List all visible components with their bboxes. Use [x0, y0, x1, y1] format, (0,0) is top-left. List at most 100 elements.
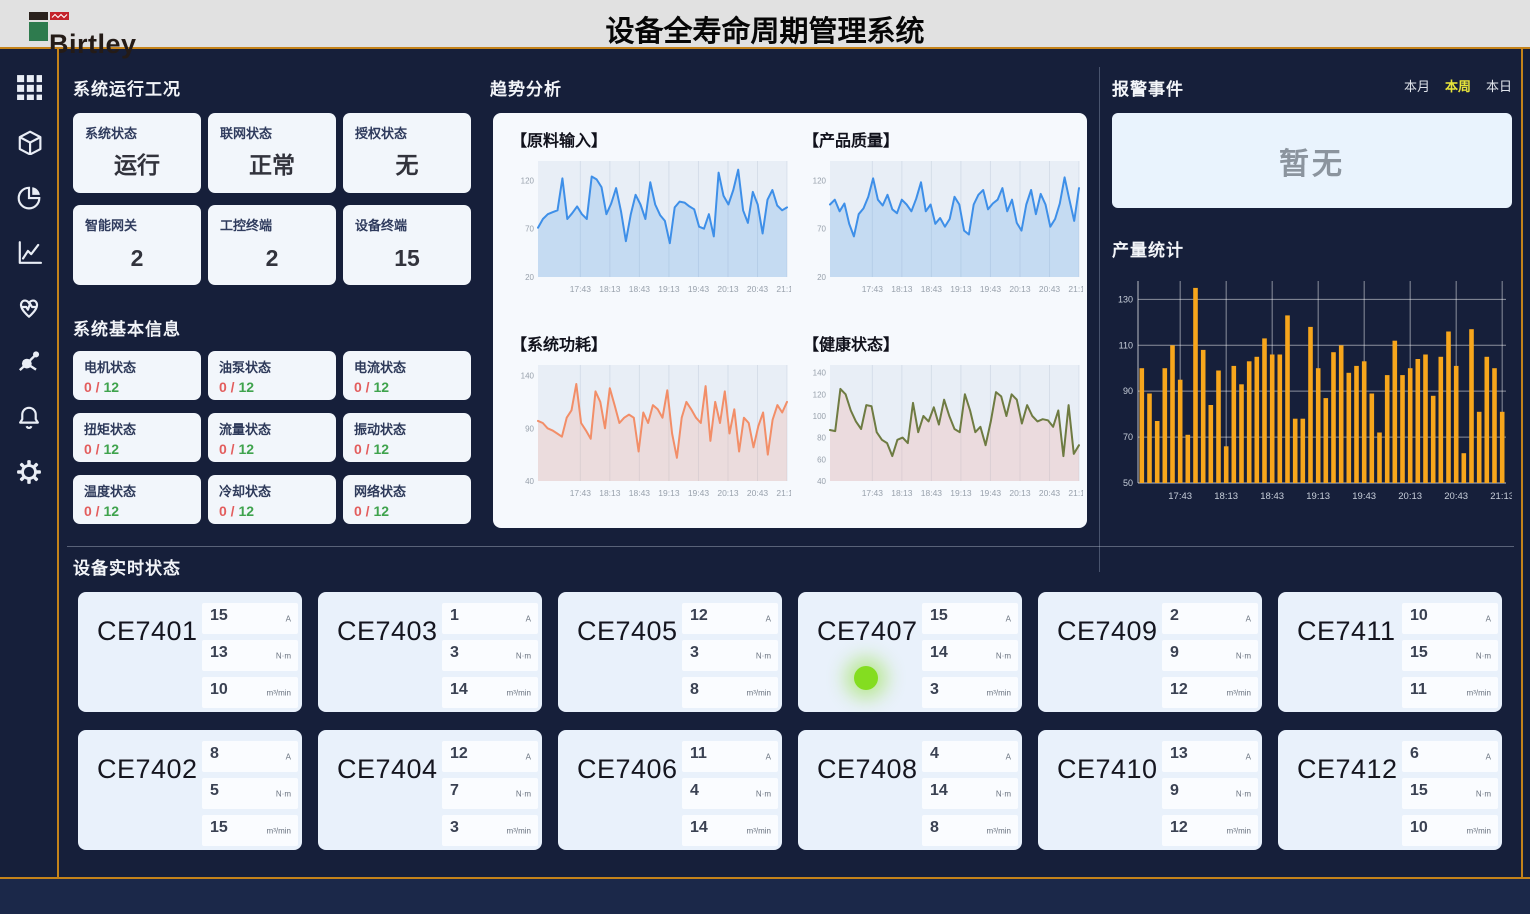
molecule-icon[interactable]: [15, 348, 42, 375]
svg-text:18:43: 18:43: [629, 488, 651, 498]
svg-text:130: 130: [1118, 294, 1133, 304]
svg-text:21:13: 21:13: [1068, 488, 1083, 498]
device-meter: 4A: [922, 741, 1018, 772]
line-chart-icon[interactable]: [15, 238, 42, 265]
svg-text:19:13: 19:13: [658, 488, 680, 498]
svg-text:17:43: 17:43: [570, 284, 592, 294]
alarm-tab[interactable]: 本月: [1404, 76, 1430, 95]
device-card[interactable]: CE7402 8A5N·m15m³/min: [78, 730, 302, 850]
info-card: 扭矩状态 0 / 12: [73, 413, 201, 462]
meter-unit: A: [1486, 752, 1491, 761]
device-meter: 10A: [1402, 603, 1498, 634]
device-card[interactable]: CE7406 11A4N·m14m³/min: [558, 730, 782, 850]
cube-icon[interactable]: [15, 128, 42, 155]
gear-icon[interactable]: [15, 458, 42, 485]
info-card-label: 电流状态: [354, 357, 406, 376]
meter-unit: N·m: [996, 651, 1011, 660]
meter-value: 3: [930, 681, 939, 699]
device-card[interactable]: CE7409 2A9N·m12m³/min: [1038, 592, 1262, 712]
svg-text:20:13: 20:13: [1009, 284, 1031, 294]
svg-text:90: 90: [1123, 386, 1133, 396]
status-card-value: 正常: [208, 146, 336, 180]
svg-text:40: 40: [817, 477, 826, 486]
info-card: 电机状态 0 / 12: [73, 351, 201, 400]
status-card-label: 智能网关: [85, 215, 137, 234]
device-card[interactable]: CE7405 12A3N·m8m³/min: [558, 592, 782, 712]
info-card-value: 0 / 12: [84, 441, 119, 457]
grid-icon[interactable]: [15, 73, 42, 100]
device-card[interactable]: CE7411 10A15N·m11m³/min: [1278, 592, 1502, 712]
svg-text:21:13: 21:13: [776, 488, 791, 498]
device-meter: 11A: [682, 741, 778, 772]
device-meter: 12A: [442, 741, 538, 772]
svg-text:19:43: 19:43: [688, 284, 710, 294]
device-meter: 3m³/min: [922, 677, 1018, 708]
device-meter: 8A: [202, 741, 298, 772]
info-card-value: 0 / 12: [84, 503, 119, 519]
alarm-tab[interactable]: 本日: [1486, 76, 1512, 95]
svg-text:20:43: 20:43: [1444, 491, 1468, 502]
meter-value: 12: [450, 745, 468, 763]
device-meter: 3N·m: [442, 640, 538, 671]
device-meter: 12m³/min: [1162, 677, 1258, 708]
meter-value: 11: [690, 745, 707, 763]
meter-unit: N·m: [756, 789, 771, 798]
running-indicator: [854, 666, 878, 690]
alarm-range-tabs: 本月本周本日: [1112, 76, 1512, 95]
device-card[interactable]: CE7410 13A9N·m12m³/min: [1038, 730, 1262, 850]
meter-value: 12: [1170, 819, 1188, 837]
meter-unit: A: [286, 752, 291, 761]
device-meter: 8m³/min: [922, 815, 1018, 846]
health-icon[interactable]: [15, 293, 42, 320]
svg-text:19:43: 19:43: [1352, 491, 1376, 502]
meter-value: 13: [210, 644, 228, 662]
meter-value: 14: [690, 819, 708, 837]
device-status-grid: CE7401 15A13N·m10m³/min CE7403 1A3N·m14m…: [78, 592, 1502, 850]
device-card[interactable]: CE7401 15A13N·m10m³/min: [78, 592, 302, 712]
device-meter: 12m³/min: [1162, 815, 1258, 846]
device-card[interactable]: CE7404 12A7N·m3m³/min: [318, 730, 542, 850]
device-name: CE7405: [577, 616, 678, 647]
bell-icon[interactable]: [15, 403, 42, 430]
meter-value: 8: [690, 681, 699, 699]
meter-unit: A: [1486, 614, 1491, 623]
device-meter: 8m³/min: [682, 677, 778, 708]
device-meter: 13A: [1162, 741, 1258, 772]
status-card: 授权状态 无: [343, 113, 471, 193]
svg-text:19:13: 19:13: [950, 284, 972, 294]
device-card[interactable]: CE7408 4A14N·m8m³/min: [798, 730, 1022, 850]
device-card[interactable]: CE7407 15A14N·m3m³/min: [798, 592, 1022, 712]
device-meter: 6A: [1402, 741, 1498, 772]
device-meter: 14N·m: [922, 778, 1018, 809]
status-card: 工控终端 2: [208, 205, 336, 285]
pie-chart-icon[interactable]: [15, 183, 42, 210]
status-card-label: 授权状态: [355, 123, 407, 142]
meter-unit: N·m: [996, 789, 1011, 798]
trend-chart-title: 【产品质量】: [803, 127, 1083, 151]
info-card-label: 油泵状态: [219, 357, 271, 376]
devices-panel-title: 设备实时状态: [73, 554, 181, 579]
info-card: 冷却状态 0 / 12: [208, 475, 336, 524]
device-card[interactable]: CE7403 1A3N·m14m³/min: [318, 592, 542, 712]
svg-text:90: 90: [525, 424, 534, 433]
alarm-tab[interactable]: 本周: [1445, 76, 1471, 95]
info-card: 网络状态 0 / 12: [343, 475, 471, 524]
trend-panel-title: 趋势分析: [490, 75, 562, 100]
svg-text:19:13: 19:13: [950, 488, 972, 498]
meter-unit: N·m: [276, 651, 291, 660]
meter-value: 13: [1170, 745, 1188, 763]
svg-text:19:43: 19:43: [688, 488, 710, 498]
svg-text:18:43: 18:43: [921, 284, 943, 294]
horizontal-divider: [67, 546, 1514, 547]
svg-text:140: 140: [813, 368, 827, 377]
app-header: Birtley 设备全寿命周期管理系统: [0, 0, 1530, 49]
info-card-label: 温度状态: [84, 481, 136, 500]
trend-chart-plot: 14012010080604017:4318:1318:4319:1319:43…: [803, 359, 1083, 517]
info-card-label: 冷却状态: [219, 481, 271, 500]
svg-text:17:43: 17:43: [862, 488, 884, 498]
device-card[interactable]: CE7412 6A15N·m10m³/min: [1278, 730, 1502, 850]
meter-value: 6: [1410, 745, 1419, 763]
svg-text:20: 20: [525, 273, 534, 282]
info-card: 油泵状态 0 / 12: [208, 351, 336, 400]
device-name: CE7411: [1297, 616, 1396, 647]
